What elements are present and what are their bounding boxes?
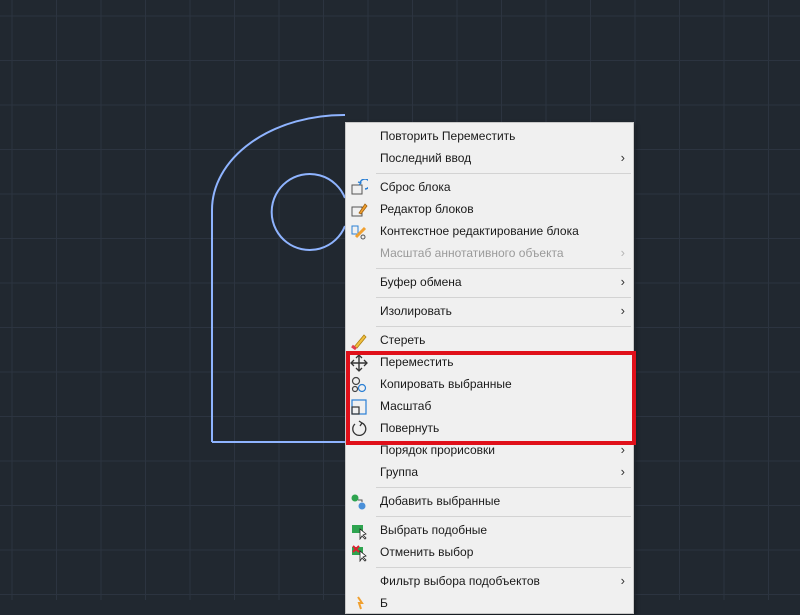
menu-item-label: Переместить bbox=[380, 355, 454, 369]
block-reset-icon bbox=[351, 179, 368, 195]
menu-separator bbox=[376, 268, 631, 269]
menu-item-label: Масштаб аннотативного объекта bbox=[380, 246, 564, 260]
menu-item-label: Фильтр выбора подобъектов bbox=[380, 574, 540, 588]
quick-select-icon bbox=[357, 596, 364, 610]
menu-item-block-reset[interactable]: Сброс блока bbox=[346, 177, 633, 199]
menu-item-erase[interactable]: Стереть bbox=[346, 330, 633, 352]
menu-item-label: Копировать выбранные bbox=[380, 377, 512, 391]
deselect-icon bbox=[352, 545, 367, 562]
menu-item-label: Контекстное редактирование блока bbox=[380, 224, 579, 238]
select-similar-icon bbox=[352, 525, 367, 540]
rotate-icon bbox=[352, 420, 367, 436]
menu-item-repeat-move[interactable]: Повторить Переместить bbox=[346, 126, 633, 148]
add-selected-icon bbox=[351, 494, 366, 510]
menu-item-label: Б bbox=[380, 596, 388, 610]
menu-item-scale[interactable]: Масштаб bbox=[346, 396, 633, 418]
menu-item-label: Группа bbox=[380, 465, 419, 479]
menu-separator bbox=[376, 297, 631, 298]
menu-separator bbox=[376, 326, 631, 327]
menu-item-deselect[interactable]: Отменить выбор bbox=[346, 542, 633, 564]
menu-separator bbox=[376, 567, 631, 568]
menu-separator bbox=[376, 487, 631, 488]
eraser-icon bbox=[351, 334, 367, 350]
menu-item-subobject-filter[interactable]: Фильтр выбора подобъектов › bbox=[346, 571, 633, 593]
menu-item-clipboard[interactable]: Буфер обмена › bbox=[346, 272, 633, 294]
menu-item-label: Отменить выбор bbox=[380, 545, 474, 559]
menu-item-move[interactable]: Переместить bbox=[346, 352, 633, 374]
menu-item-recent-input[interactable]: Последний ввод › bbox=[346, 148, 633, 170]
menu-item-rotate[interactable]: Повернуть bbox=[346, 418, 633, 440]
menu-separator bbox=[376, 173, 631, 174]
menu-item-label: Редактор блоков bbox=[380, 202, 474, 216]
chevron-right-icon: › bbox=[620, 303, 625, 318]
chevron-right-icon: › bbox=[620, 150, 625, 165]
menu-item-label: Повторить Переместить bbox=[380, 129, 516, 143]
menu-item-group[interactable]: Группа › bbox=[346, 462, 633, 484]
inplace-edit-block-icon bbox=[351, 225, 367, 240]
chevron-right-icon: › bbox=[620, 274, 625, 289]
menu-separator bbox=[376, 516, 631, 517]
menu-item-quick-select[interactable]: Б bbox=[346, 593, 633, 615]
menu-item-draw-order[interactable]: Порядок прорисовки › bbox=[346, 440, 633, 462]
move-icon bbox=[350, 354, 368, 372]
menu-item-add-selected[interactable]: Добавить выбранные bbox=[346, 491, 633, 513]
menu-item-label: Буфер обмена bbox=[380, 275, 462, 289]
menu-item-label: Порядок прорисовки bbox=[380, 443, 495, 457]
chevron-right-icon: › bbox=[620, 442, 625, 457]
chevron-right-icon: › bbox=[620, 464, 625, 479]
scale-icon bbox=[351, 399, 367, 415]
menu-item-label: Добавить выбранные bbox=[380, 494, 501, 508]
block-editor-icon bbox=[351, 203, 368, 217]
menu-item-select-similar[interactable]: Выбрать подобные bbox=[346, 520, 633, 542]
menu-item-label: Стереть bbox=[380, 333, 426, 347]
menu-item-label: Повернуть bbox=[380, 421, 440, 435]
chevron-right-icon: › bbox=[620, 245, 625, 260]
menu-item-copy-selected[interactable]: Копировать выбранные bbox=[346, 374, 633, 396]
copy-selected-icon bbox=[351, 376, 367, 393]
menu-item-block-editor[interactable]: Редактор блоков bbox=[346, 199, 633, 221]
chevron-right-icon: › bbox=[620, 573, 625, 588]
menu-item-label: Масштаб bbox=[380, 399, 432, 413]
menu-item-label: Изолировать bbox=[380, 304, 452, 318]
menu-item-annotative-scale: Масштаб аннотативного объекта › bbox=[346, 243, 633, 265]
menu-item-inplace-edit-block[interactable]: Контекстное редактирование блока bbox=[346, 221, 633, 243]
menu-item-label: Сброс блока bbox=[380, 180, 451, 194]
menu-item-isolate[interactable]: Изолировать › bbox=[346, 301, 633, 323]
menu-item-label: Последний ввод bbox=[380, 151, 472, 165]
menu-item-label: Выбрать подобные bbox=[380, 523, 488, 537]
context-menu: Повторить Переместить Последний ввод › С… bbox=[345, 122, 634, 614]
